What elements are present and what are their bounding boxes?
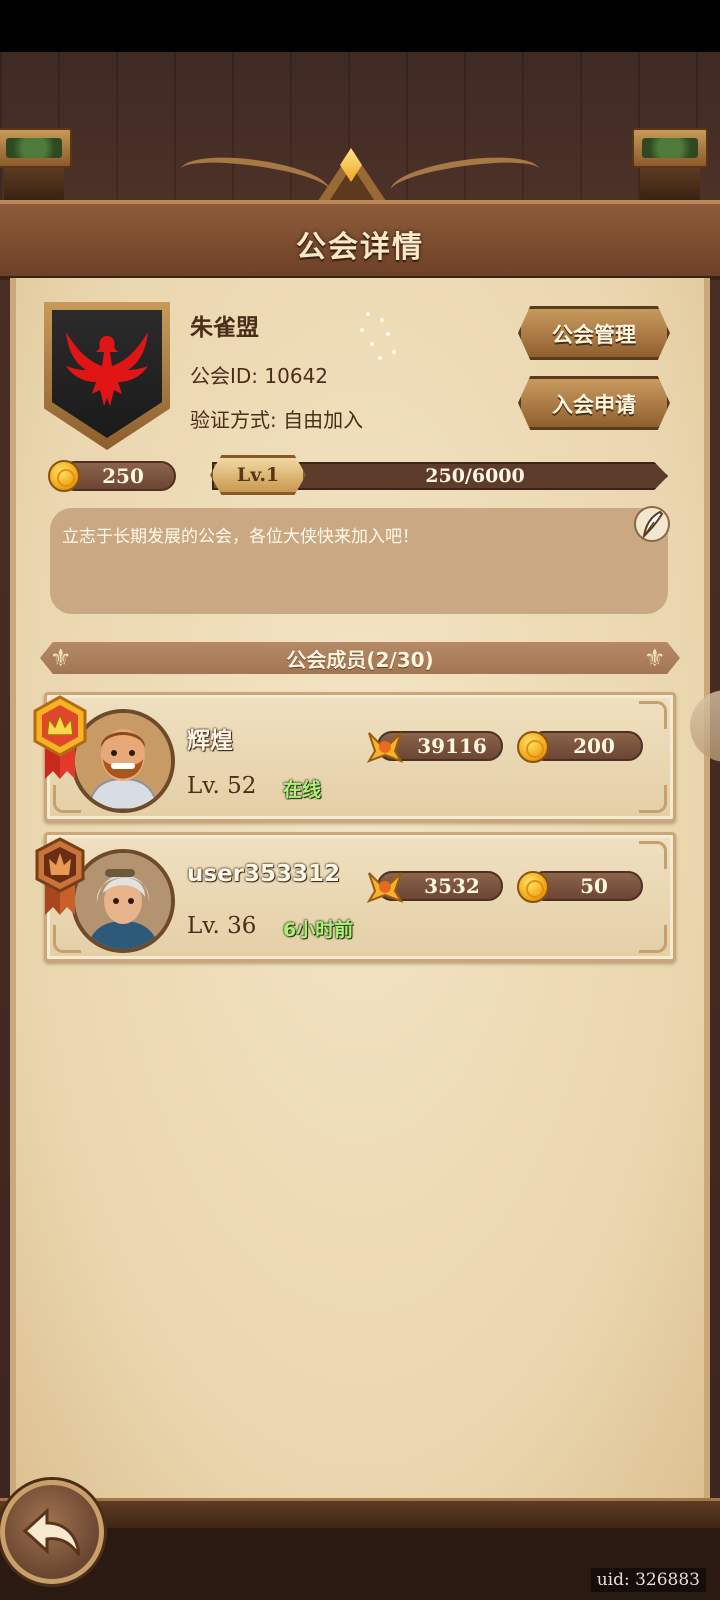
sparkle-effect bbox=[356, 310, 404, 362]
member-row[interactable]: 辉煌 Lv. 52 在线 39116 200 bbox=[33, 692, 676, 822]
gold-coin-icon bbox=[517, 871, 549, 903]
members-section-header: 公会成员(2/30) bbox=[40, 642, 680, 674]
member-level: Lv. 52 bbox=[187, 773, 257, 799]
member-name: user353312 bbox=[187, 861, 341, 887]
crossed-swords-power-icon bbox=[365, 729, 405, 765]
guild-announcement: 立志于长期发展的公会，各位大侠快来加入吧！ bbox=[50, 508, 668, 614]
member-row[interactable]: user353312 Lv. 36 6小时前 3532 50 bbox=[35, 832, 676, 962]
fleur-left-icon: ⚜ bbox=[50, 644, 72, 672]
announcement-text: 立志于长期发展的公会，各位大侠快来加入吧！ bbox=[62, 527, 419, 547]
flame-badge-icon bbox=[31, 835, 89, 919]
guild-level-badge: Lv.1 bbox=[210, 455, 306, 495]
page-title: 公会详情 bbox=[296, 230, 424, 265]
user-uid: uid: 326883 bbox=[590, 1568, 706, 1592]
guild-manage-button[interactable]: 公会管理 bbox=[518, 306, 670, 360]
members-section-title: 公会成员(2/30) bbox=[286, 648, 434, 672]
fleur-right-icon: ⚜ bbox=[644, 644, 666, 672]
member-status: 在线 bbox=[283, 779, 322, 801]
member-level: Lv. 36 bbox=[187, 913, 257, 939]
member-name: 辉煌 bbox=[187, 728, 233, 754]
gold-coin-icon bbox=[517, 731, 549, 763]
status-bar bbox=[0, 0, 720, 52]
crossed-swords-power-icon bbox=[365, 869, 405, 905]
join-applications-button[interactable]: 入会申请 bbox=[518, 376, 670, 430]
member-status: 6小时前 bbox=[283, 919, 354, 941]
back-arrow-icon bbox=[23, 1507, 81, 1556]
crown-badge-icon bbox=[31, 695, 89, 779]
guild-verify-method: 验证方式: 自由加入 bbox=[190, 408, 364, 432]
phoenix-emblem-icon bbox=[44, 302, 170, 450]
guild-id: 公会ID: 10642 bbox=[190, 364, 329, 388]
guild-name: 朱雀盟 bbox=[190, 315, 259, 341]
gold-coin-icon bbox=[48, 460, 80, 492]
right-pillar-ornament bbox=[632, 128, 708, 200]
panel-bottom-border bbox=[0, 1498, 720, 1528]
quill-edit-icon[interactable] bbox=[634, 504, 670, 544]
guild-exp-text: 250/6000 bbox=[425, 465, 525, 487]
left-pillar-ornament bbox=[0, 128, 72, 200]
back-button[interactable] bbox=[0, 1480, 104, 1584]
title-bar: 公会详情 bbox=[0, 200, 720, 280]
